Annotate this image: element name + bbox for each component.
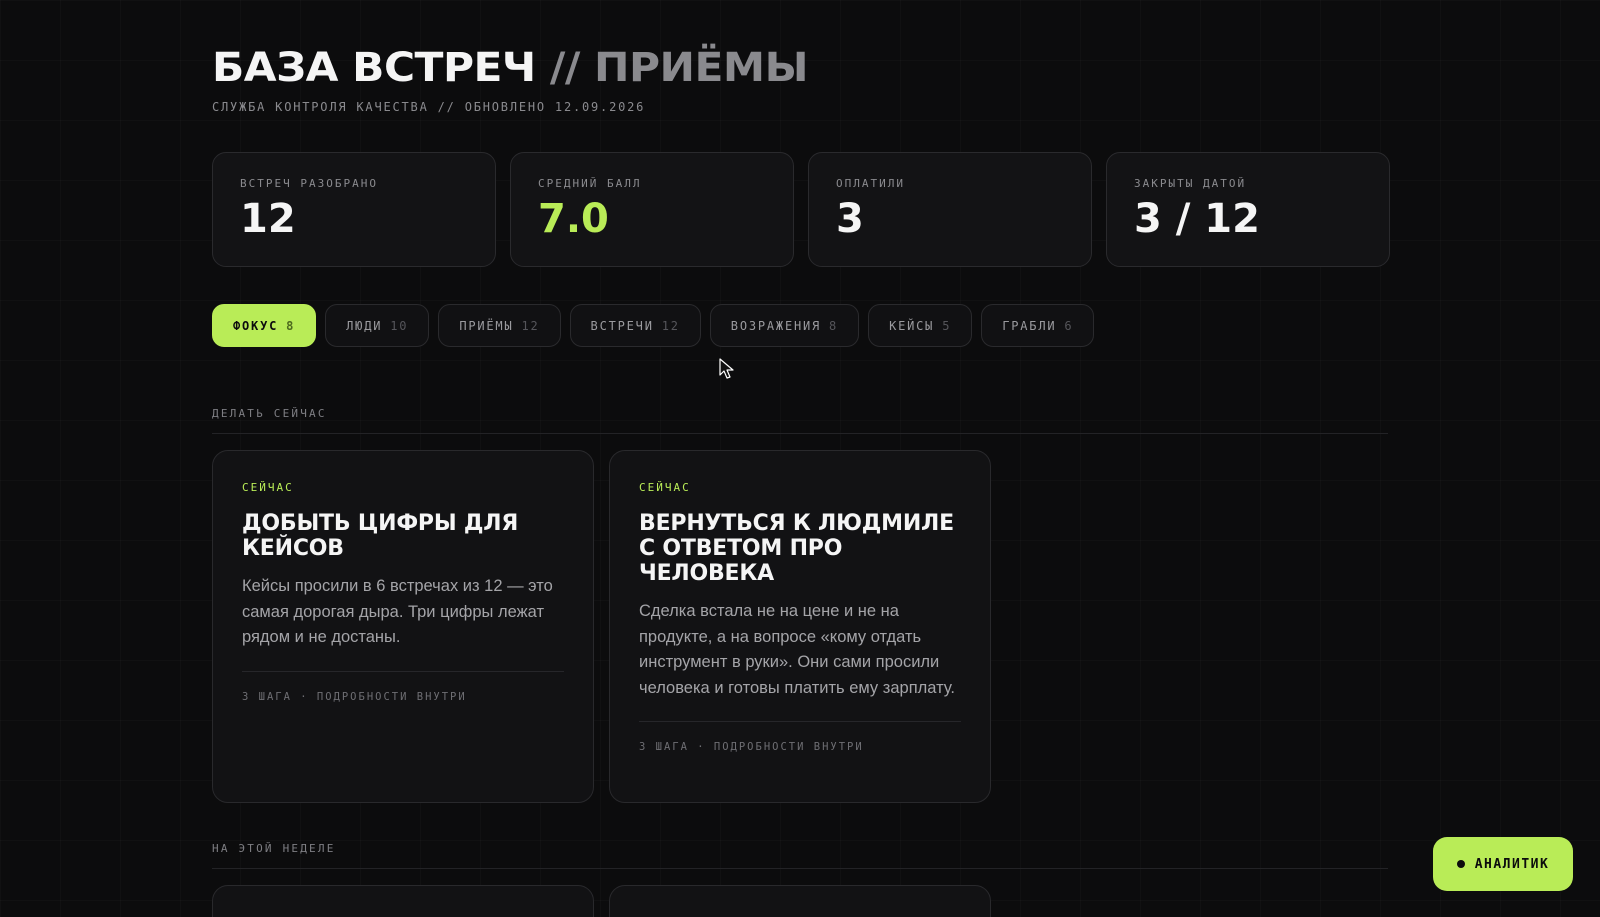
card-text: Кейсы просили в 6 встречах из 12 — это с…	[242, 577, 553, 646]
filter-tabs: ФОКУС 8 ЛЮДИ 10 ПРИЁМЫ 12 ВСТРЕЧИ 12 ВОЗРАЖЕ…	[212, 304, 1095, 347]
stat-label: СРЕДНИЙ БАЛЛ	[538, 177, 642, 190]
stat-label: ВСТРЕЧ РАЗОБРАНО	[240, 177, 378, 190]
card-meta: 3 ШАГА · ПОДРОБНОСТИ ВНУТРИ	[639, 741, 864, 753]
stat-label: ОПЛАТИЛИ	[836, 177, 905, 190]
stat-value: 7.0	[538, 196, 609, 242]
action-card[interactable]: СЕЙЧАС Добыть цифры для кейсов Кейсы про…	[212, 450, 594, 803]
tab-count: 12	[661, 318, 680, 333]
stat-card-meetings: ВСТРЕЧ РАЗОБРАНО 12	[212, 152, 496, 267]
tab-count: 8	[829, 318, 839, 333]
card-tag: СЕЙЧАС	[639, 481, 691, 494]
tab-label: ВСТРЕЧИ	[590, 318, 654, 333]
stat-card-closed-by-date: ЗАКРЫТЫ ДАТОЙ 3 / 12	[1106, 152, 1390, 267]
tab-meetings[interactable]: ВСТРЕЧИ 12	[569, 304, 701, 347]
tab-cases[interactable]: КЕЙСЫ 5	[868, 304, 973, 347]
tab-label: ПРИЁМЫ	[459, 318, 514, 333]
section-label-now: ДЕЛАТЬ СЕЙЧАС	[212, 407, 327, 420]
tab-label: ЛЮДИ	[346, 318, 383, 333]
tab-label: ВОЗРАЖЕНИЯ	[730, 318, 822, 333]
page-title-separator: //	[535, 45, 595, 91]
action-card[interactable]	[609, 885, 991, 917]
action-card[interactable]	[212, 885, 594, 917]
tab-focus[interactable]: ФОКУС 8	[212, 304, 317, 347]
section-label-week: НА ЭТОЙ НЕДЕЛЕ	[212, 842, 336, 855]
stat-card-paid: ОПЛАТИЛИ 3	[808, 152, 1092, 267]
page-subtitle: СЛУЖБА КОНТРОЛЯ КАЧЕСТВА // ОБНОВЛЕНО 12…	[212, 100, 646, 114]
card-divider	[639, 721, 961, 722]
tab-count: 8	[286, 318, 296, 333]
analyst-button-label: АНАЛИТИК	[1474, 856, 1550, 872]
stat-value: 3 / 12	[1134, 196, 1260, 242]
tab-count: 12	[521, 318, 540, 333]
tab-people[interactable]: ЛЮДИ 10	[325, 304, 430, 347]
tab-count: 10	[390, 318, 409, 333]
tab-label: ФОКУС	[233, 318, 279, 333]
main-content: БАЗА ВСТРЕЧ // ПРИЁМЫ СЛУЖБА КОНТРОЛЯ КА…	[212, 0, 1390, 917]
analyst-button[interactable]: АНАЛИТИК	[1433, 837, 1573, 891]
card-title: Вернуться к Людмиле с ответом про челове…	[639, 511, 954, 586]
tab-techniques[interactable]: ПРИЁМЫ 12	[438, 304, 561, 347]
stats-row: ВСТРЕЧ РАЗОБРАНО 12 СРЕДНИЙ БАЛЛ 7.0 ОПЛ…	[212, 152, 1390, 267]
card-meta: 3 ШАГА · ПОДРОБНОСТИ ВНУТРИ	[242, 690, 467, 703]
stat-label: ЗАКРЫТЫ ДАТОЙ	[1134, 177, 1247, 190]
card-tag: СЕЙЧАС	[242, 481, 294, 494]
tab-pitfalls[interactable]: ГРАБЛИ 6	[981, 304, 1095, 347]
mouse-cursor-icon	[719, 358, 734, 379]
card-divider	[242, 670, 564, 672]
card-title: Добыть цифры для кейсов	[242, 511, 519, 561]
tab-label: КЕЙСЫ	[889, 318, 935, 333]
tab-count: 5	[942, 318, 952, 333]
page-title-section: ПРИЁМЫ	[594, 45, 809, 91]
stat-value: 12	[240, 196, 296, 242]
card-text: Сделка встала не на цене и не на продукт…	[639, 602, 955, 697]
stat-value: 3	[836, 196, 864, 242]
tab-objections[interactable]: ВОЗРАЖЕНИЯ 8	[709, 304, 860, 347]
section-divider	[212, 433, 1388, 434]
page-title: БАЗА ВСТРЕЧ // ПРИЁМЫ	[212, 44, 809, 92]
tab-count: 6	[1064, 318, 1074, 333]
stat-card-average-score: СРЕДНИЙ БАЛЛ 7.0	[510, 152, 794, 267]
action-card[interactable]: СЕЙЧАС Вернуться к Людмиле с ответом про…	[609, 450, 991, 803]
section-divider	[212, 868, 1388, 869]
tab-label: ГРАБЛИ	[1002, 318, 1057, 333]
page-title-main: БАЗА ВСТРЕЧ	[212, 45, 536, 91]
status-dot-icon	[1456, 860, 1465, 868]
